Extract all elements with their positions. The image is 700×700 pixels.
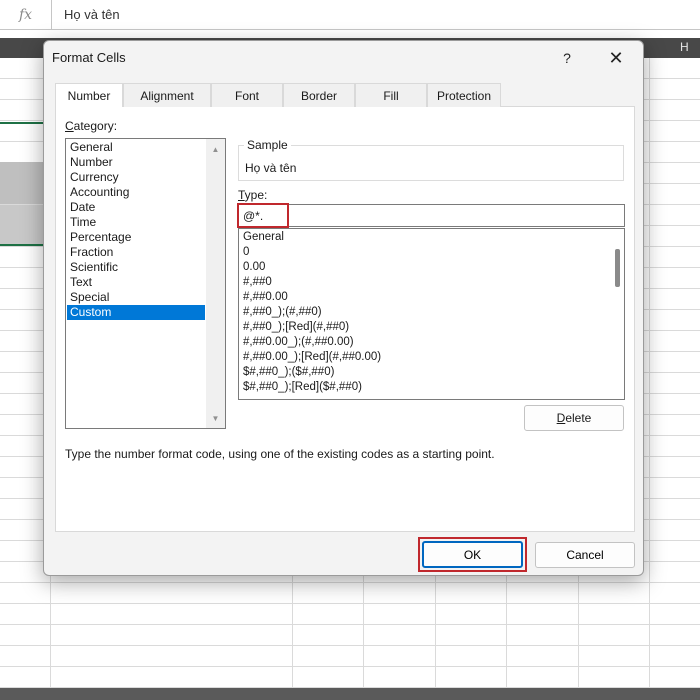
tab-fill[interactable]: Fill: [355, 83, 427, 107]
format-list-scrollbar[interactable]: [611, 229, 624, 399]
format-item[interactable]: 0.00: [243, 260, 265, 275]
dialog-title: Format Cells: [52, 50, 126, 65]
number-tab-panel: Category: General Number Currency Accoun…: [55, 107, 635, 532]
column-header-h[interactable]: H: [680, 40, 689, 54]
category-list[interactable]: General Number Currency Accounting Date …: [65, 138, 226, 429]
sample-label: Sample: [244, 138, 291, 152]
tab-border[interactable]: Border: [283, 83, 355, 107]
grid-line: [649, 58, 650, 688]
status-bar: [0, 688, 700, 700]
format-item[interactable]: #,##0_);[Red](#,##0): [243, 320, 349, 335]
category-item-scientific[interactable]: Scientific: [67, 260, 205, 275]
type-input[interactable]: [238, 204, 625, 227]
delete-button[interactable]: Delete: [524, 405, 624, 431]
tab-number[interactable]: Number: [55, 83, 123, 108]
format-item[interactable]: #,##0: [243, 275, 272, 290]
formula-content[interactable]: Họ và tên: [64, 7, 120, 22]
format-item[interactable]: $#,##0_);[Red]($#,##0): [243, 380, 362, 395]
category-item-number[interactable]: Number: [67, 155, 205, 170]
category-item-time[interactable]: Time: [67, 215, 205, 230]
category-item-currency[interactable]: Currency: [67, 170, 205, 185]
category-item-accounting[interactable]: Accounting: [67, 185, 205, 200]
fx-icon[interactable]: fx: [0, 0, 52, 30]
format-item[interactable]: General: [243, 230, 284, 245]
format-item[interactable]: $#,##0_);($#,##0): [243, 365, 334, 380]
format-code-list[interactable]: General 0 0.00 #,##0 #,##0.00 #,##0_);(#…: [238, 228, 625, 400]
category-item-percentage[interactable]: Percentage: [67, 230, 205, 245]
scrollbar-thumb[interactable]: [615, 249, 620, 287]
format-item[interactable]: #,##0_);(#,##0): [243, 305, 322, 320]
tab-font[interactable]: Font: [211, 83, 283, 107]
format-item[interactable]: #,##0.00: [243, 290, 288, 305]
cancel-button[interactable]: Cancel: [535, 542, 635, 568]
sample-value: Họ và tên: [245, 161, 297, 175]
description-text: Type the number format code, using one o…: [65, 447, 495, 461]
formula-bar: fx Họ và tên: [0, 0, 700, 30]
format-item[interactable]: #,##0.00_);[Red](#,##0.00): [243, 350, 381, 365]
type-label: Type:: [238, 188, 268, 202]
category-label: Category:: [65, 119, 118, 133]
close-icon[interactable]: ✕: [599, 45, 633, 71]
category-item-general[interactable]: General: [67, 140, 205, 155]
category-item-special[interactable]: Special: [67, 290, 205, 305]
tab-alignment[interactable]: Alignment: [123, 83, 211, 107]
category-item-text[interactable]: Text: [67, 275, 205, 290]
format-item[interactable]: 0: [243, 245, 249, 260]
format-cells-dialog: Format Cells ? ✕ Number Alignment Font B…: [43, 40, 644, 576]
scroll-up-icon[interactable]: ▲: [206, 141, 225, 157]
tab-protection[interactable]: Protection: [427, 83, 501, 107]
dialog-title-bar[interactable]: Format Cells ? ✕: [44, 41, 643, 75]
format-item[interactable]: #,##0.00_);(#,##0.00): [243, 335, 354, 350]
help-icon[interactable]: ?: [552, 45, 582, 71]
tab-strip: Number Alignment Font Border Fill Protec…: [55, 83, 635, 108]
category-item-custom[interactable]: Custom: [67, 305, 205, 320]
scroll-down-icon[interactable]: ▼: [206, 410, 225, 426]
category-item-fraction[interactable]: Fraction: [67, 245, 205, 260]
ok-button[interactable]: OK: [422, 541, 523, 568]
category-item-date[interactable]: Date: [67, 200, 205, 215]
category-scrollbar[interactable]: ▲ ▼: [206, 139, 225, 428]
